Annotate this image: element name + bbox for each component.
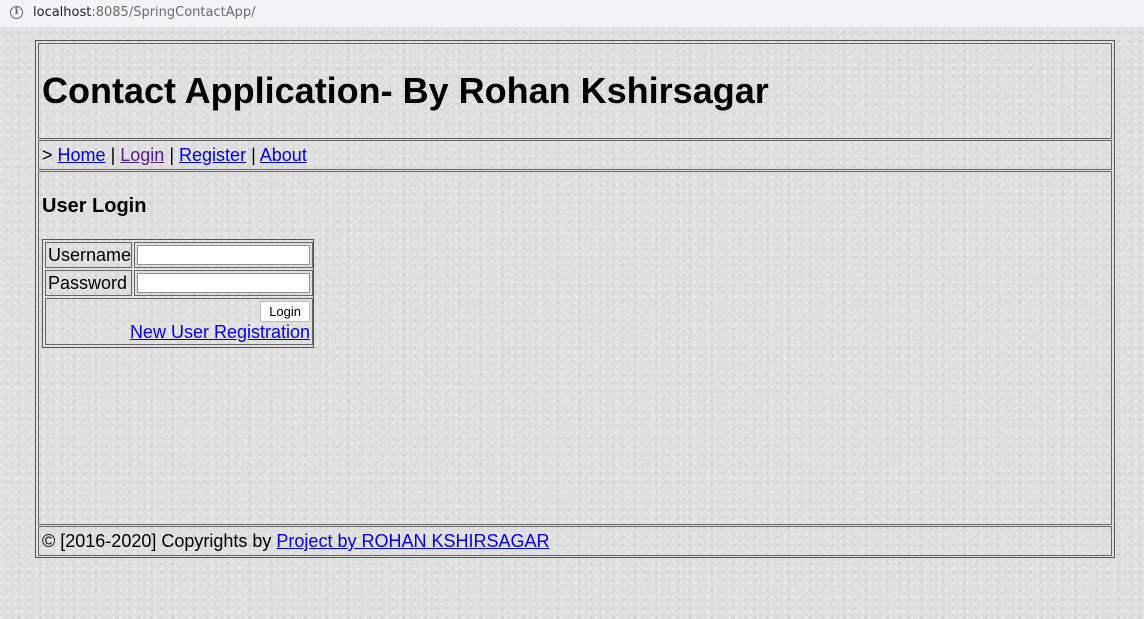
login-heading: User Login (42, 195, 147, 217)
login-form: Username Password Login New User Registr… (42, 239, 314, 348)
url-text[interactable]: localhost:8085/SpringContactApp/ (33, 5, 256, 20)
footer-project-link[interactable]: Project by ROHAN KSHIRSAGAR (276, 531, 549, 551)
nav-link-register[interactable]: Register (179, 145, 246, 165)
nav-prefix: > (42, 145, 53, 165)
username-cell (134, 242, 313, 268)
password-cell (134, 270, 313, 296)
username-input[interactable] (137, 245, 310, 265)
nav-link-login[interactable]: Login (120, 145, 164, 165)
url-path: :8085/SpringContactApp/ (91, 5, 256, 20)
browser-address-bar[interactable]: i localhost:8085/SpringContactApp/ (0, 0, 1144, 28)
password-input[interactable] (137, 273, 310, 293)
nav-link-about[interactable]: About (260, 145, 307, 165)
nav-separator: | (251, 145, 256, 165)
new-user-registration-link[interactable]: New User Registration (130, 322, 310, 342)
username-label: Username (45, 242, 132, 268)
nav-separator: | (110, 145, 116, 165)
login-actions-cell: Login New User Registration (45, 298, 313, 345)
nav-bar: > Home | Login | Register | About (42, 144, 307, 166)
header-cell: Contact Application- By Rohan Kshirsagar (38, 43, 1112, 139)
footer-cell: © [2016-2020] Copyrights by Project by R… (38, 526, 1112, 556)
nav-cell: > Home | Login | Register | About (38, 140, 1112, 170)
copyright-text: © [2016-2020] Copyrights by (42, 531, 272, 551)
page-title: Contact Application- By Rohan Kshirsagar (42, 70, 769, 111)
login-button[interactable]: Login (260, 301, 310, 322)
content-cell: User Login Username Password Login New U… (38, 171, 1112, 525)
nav-separator: | (169, 145, 175, 165)
nav-link-home[interactable]: Home (58, 145, 106, 165)
page-layout-table: Contact Application- By Rohan Kshirsagar… (35, 40, 1115, 558)
password-label: Password (45, 270, 132, 296)
url-host: localhost (33, 5, 92, 20)
info-icon[interactable]: i (10, 6, 23, 19)
footer: © [2016-2020] Copyrights by Project by R… (42, 530, 550, 552)
